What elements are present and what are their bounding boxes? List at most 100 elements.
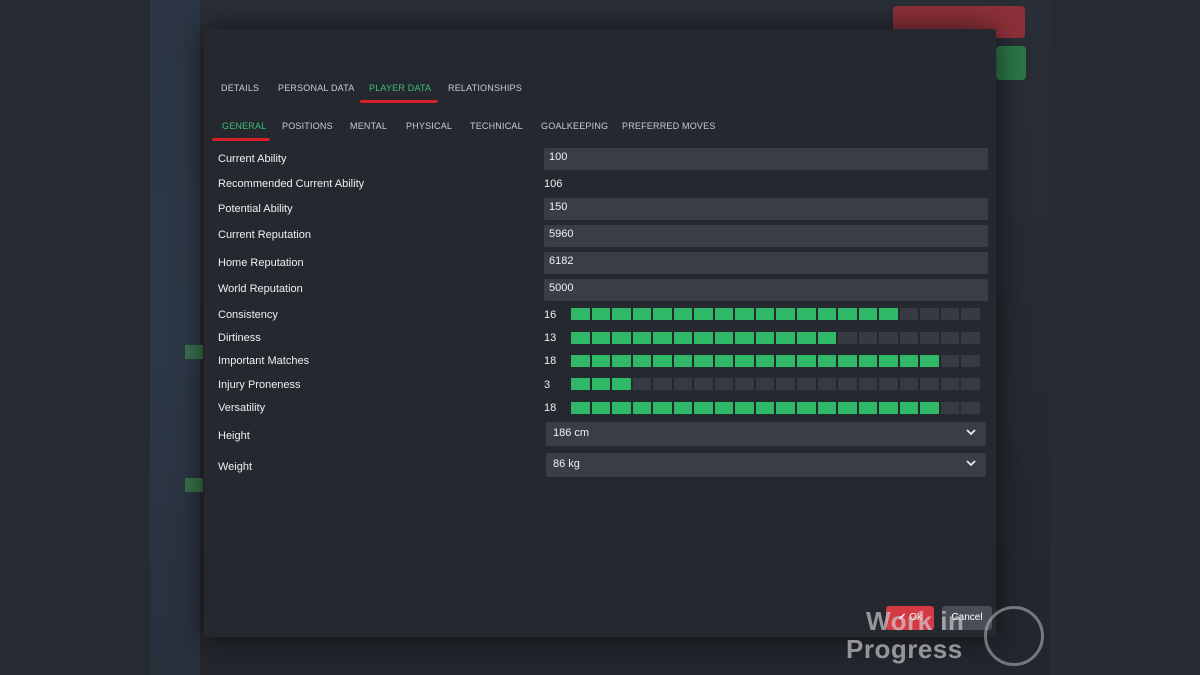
attribute-bar-segment[interactable]	[591, 355, 611, 367]
attribute-bar-segment[interactable]	[817, 378, 837, 390]
subtab-technical[interactable]: TECHNICAL	[470, 121, 523, 131]
attribute-bar-segment[interactable]	[571, 308, 590, 320]
attribute-bar-segment[interactable]	[838, 378, 857, 390]
attribute-bar-segment[interactable]	[797, 332, 816, 344]
attribute-bar-segment[interactable]	[735, 402, 754, 414]
attribute-bar-segment[interactable]	[838, 308, 857, 320]
attribute-bar-segment[interactable]	[879, 402, 898, 414]
attribute-bar-segment[interactable]	[694, 308, 713, 320]
tab-details[interactable]: DETAILS	[221, 83, 259, 93]
attribute-bar-segment[interactable]	[858, 332, 878, 344]
attribute-bar-segment[interactable]	[673, 332, 693, 344]
attribute-bar-segment[interactable]	[673, 308, 693, 320]
attribute-bar-segment[interactable]	[838, 355, 857, 367]
tab-relationships[interactable]: RELATIONSHIPS	[448, 83, 522, 93]
attribute-bar-segment[interactable]	[755, 402, 775, 414]
attribute-bar-segment[interactable]	[776, 332, 796, 344]
attribute-bar-segment[interactable]	[879, 332, 898, 344]
attribute-bar[interactable]	[571, 332, 980, 346]
attribute-bar-segment[interactable]	[838, 332, 857, 344]
attribute-bar-segment[interactable]	[797, 402, 816, 414]
attribute-bar-segment[interactable]	[961, 378, 980, 390]
attribute-bar-segment[interactable]	[571, 332, 590, 344]
attribute-bar[interactable]	[571, 308, 980, 322]
attribute-bar-segment[interactable]	[653, 332, 672, 344]
attribute-bar-segment[interactable]	[817, 355, 837, 367]
attribute-bar-segment[interactable]	[755, 378, 775, 390]
attribute-bar-segment[interactable]	[694, 332, 713, 344]
attribute-bar-segment[interactable]	[673, 402, 693, 414]
attribute-bar-segment[interactable]	[735, 355, 754, 367]
tab-player-data[interactable]: PLAYER DATA	[369, 83, 431, 93]
attribute-bar-segment[interactable]	[776, 402, 796, 414]
attribute-bar-segment[interactable]	[673, 355, 693, 367]
attribute-bar-segment[interactable]	[776, 378, 796, 390]
attribute-bar-segment[interactable]	[694, 355, 713, 367]
attribute-bar-segment[interactable]	[899, 402, 919, 414]
subtab-goalkeeping[interactable]: GOALKEEPING	[541, 121, 608, 131]
subtab-positions[interactable]: POSITIONS	[282, 121, 333, 131]
attribute-bar-segment[interactable]	[817, 332, 837, 344]
attribute-bar-segment[interactable]	[899, 308, 919, 320]
attribute-bar-segment[interactable]	[899, 378, 919, 390]
attribute-bar-segment[interactable]	[591, 308, 611, 320]
attribute-bar[interactable]	[571, 378, 980, 392]
subtab-preferred-moves[interactable]: PREFERRED MOVES	[622, 121, 716, 131]
attribute-bar-segment[interactable]	[940, 308, 960, 320]
attribute-bar-segment[interactable]	[776, 308, 796, 320]
tab-personal-data[interactable]: PERSONAL DATA	[278, 83, 354, 93]
attribute-bar-segment[interactable]	[632, 332, 652, 344]
attribute-bar-segment[interactable]	[858, 378, 878, 390]
attribute-bar-segment[interactable]	[694, 402, 713, 414]
attribute-bar-segment[interactable]	[612, 355, 631, 367]
attribute-bar-segment[interactable]	[817, 308, 837, 320]
attribute-bar-segment[interactable]	[920, 402, 939, 414]
attribute-bar-segment[interactable]	[653, 378, 672, 390]
attribute-bar-segment[interactable]	[797, 308, 816, 320]
attribute-bar-segment[interactable]	[632, 378, 652, 390]
attribute-bar-segment[interactable]	[714, 308, 734, 320]
attribute-bar-segment[interactable]	[653, 308, 672, 320]
attribute-bar-segment[interactable]	[653, 355, 672, 367]
attribute-bar-segment[interactable]	[817, 402, 837, 414]
attribute-bar-segment[interactable]	[879, 355, 898, 367]
attribute-bar-segment[interactable]	[571, 355, 590, 367]
attribute-bar-segment[interactable]	[797, 378, 816, 390]
attribute-bar-segment[interactable]	[612, 402, 631, 414]
attribute-bar-segment[interactable]	[797, 355, 816, 367]
height-select[interactable]: 186 cm	[546, 422, 986, 446]
attribute-bar-segment[interactable]	[653, 402, 672, 414]
attribute-bar-segment[interactable]	[920, 308, 939, 320]
attribute-bar-segment[interactable]	[714, 332, 734, 344]
attribute-bar-segment[interactable]	[735, 308, 754, 320]
attribute-bar-segment[interactable]	[591, 378, 611, 390]
attribute-bar-segment[interactable]	[591, 332, 611, 344]
attribute-bar-segment[interactable]	[858, 355, 878, 367]
attribute-bar-segment[interactable]	[858, 402, 878, 414]
current-reputation-input[interactable]: 5960	[544, 225, 988, 247]
attribute-bar-segment[interactable]	[961, 355, 980, 367]
attribute-bar-segment[interactable]	[612, 332, 631, 344]
attribute-bar-segment[interactable]	[961, 332, 980, 344]
subtab-mental[interactable]: MENTAL	[350, 121, 387, 131]
attribute-bar-segment[interactable]	[899, 355, 919, 367]
attribute-bar-segment[interactable]	[838, 402, 857, 414]
attribute-bar-segment[interactable]	[879, 378, 898, 390]
current-ability-input[interactable]: 100	[544, 148, 988, 170]
attribute-bar-segment[interactable]	[755, 332, 775, 344]
attribute-bar-segment[interactable]	[735, 378, 754, 390]
weight-select[interactable]: 86 kg	[546, 453, 986, 477]
attribute-bar-segment[interactable]	[940, 378, 960, 390]
attribute-bar-segment[interactable]	[920, 378, 939, 390]
potential-ability-input[interactable]: 150	[544, 198, 988, 220]
attribute-bar-segment[interactable]	[735, 332, 754, 344]
attribute-bar-segment[interactable]	[632, 355, 652, 367]
attribute-bar-segment[interactable]	[961, 308, 980, 320]
home-reputation-input[interactable]: 6182	[544, 252, 988, 274]
attribute-bar-segment[interactable]	[612, 308, 631, 320]
attribute-bar-segment[interactable]	[571, 402, 590, 414]
attribute-bar-segment[interactable]	[714, 378, 734, 390]
attribute-bar[interactable]	[571, 355, 980, 369]
attribute-bar-segment[interactable]	[879, 308, 898, 320]
attribute-bar-segment[interactable]	[920, 355, 939, 367]
